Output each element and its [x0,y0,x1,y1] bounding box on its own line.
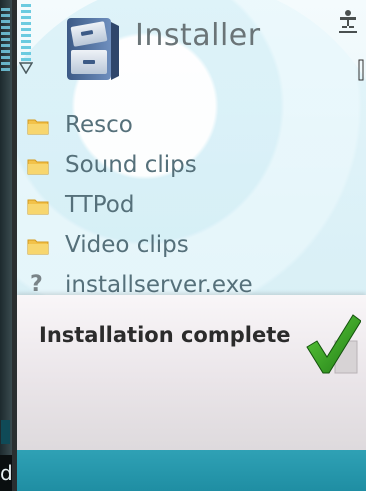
list-item-video-clips[interactable]: Video clips [17,226,366,266]
antenna-icon [18,62,34,75]
unknown-file-icon: ? [30,272,43,297]
list-item-resco[interactable]: Resco [17,106,366,146]
adjacent-panel [1,420,10,444]
popup-message: Installation complete [39,323,291,347]
signal-strength-icon [21,4,31,62]
list-item-label: Sound clips [65,152,197,178]
list-item-label: Resco [65,112,133,138]
installer-screen: Installer Resco Sound clips TTPod Video … [17,0,366,491]
connectivity-icon [336,8,360,38]
checkmark-icon [305,313,362,375]
adjacent-softkey-text: d [0,455,13,491]
battery-icon [358,58,364,82]
list-item-label: TTPod [65,192,135,218]
adjacent-signal-icon [1,8,10,72]
list-item-ttpod[interactable]: TTPod [17,186,366,226]
list-item-sound-clips[interactable]: Sound clips [17,146,366,186]
softkey-bar [17,450,366,491]
installation-complete-note: Installation complete [17,295,366,450]
list-item-label: Video clips [65,232,189,258]
adjacent-screen-edge: d [0,0,13,491]
folder-icon [27,237,49,255]
app-title: Installer [135,18,261,53]
folder-icon [27,157,49,175]
folder-icon [27,197,49,215]
folder-icon [27,117,49,135]
installer-app-icon [63,16,123,82]
